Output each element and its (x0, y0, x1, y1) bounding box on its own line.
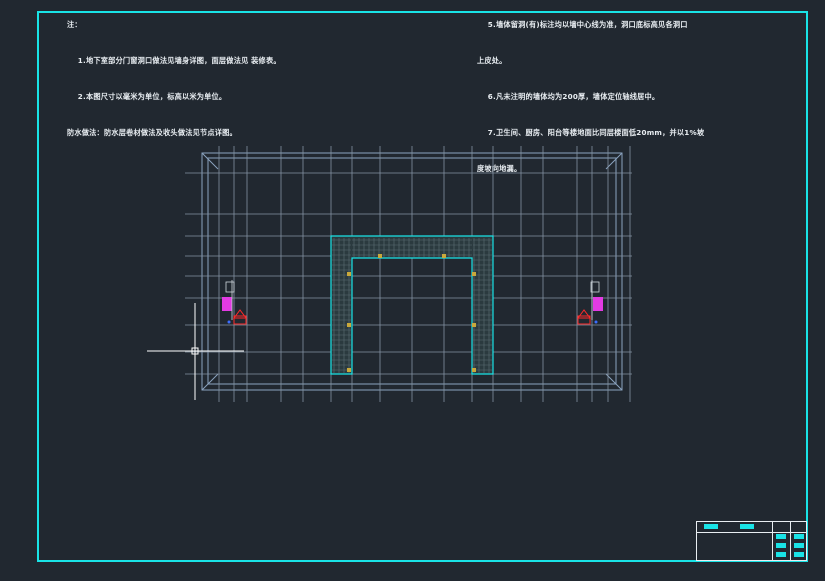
tb-cell (776, 552, 786, 557)
tb-cell (776, 543, 786, 548)
corner-diagonal (201, 373, 219, 391)
column-marker (472, 368, 476, 372)
axis-grid (185, 146, 632, 402)
column-markers (347, 254, 476, 372)
corner-diagonal (605, 373, 623, 391)
corner-diagonal (201, 152, 219, 170)
column-marker (347, 272, 351, 276)
column-marker (442, 254, 446, 258)
column-marker (472, 323, 476, 327)
column-marker (347, 368, 351, 372)
column-marker (347, 323, 351, 327)
column-marker (472, 272, 476, 276)
column-marker (378, 254, 382, 258)
corner-diagonal (605, 152, 623, 170)
tb-cell (794, 534, 804, 539)
tb-cell (740, 524, 754, 529)
title-block (696, 521, 807, 561)
tb-cell (794, 552, 804, 557)
tb-cell (704, 524, 718, 529)
tb-divider (772, 522, 773, 560)
cad-drawing-canvas[interactable] (0, 0, 825, 581)
tb-divider (790, 522, 791, 560)
tb-cell (776, 534, 786, 539)
tb-cell (794, 543, 804, 548)
right-detail-symbol (577, 280, 603, 325)
crosshair-cursor (147, 303, 244, 400)
